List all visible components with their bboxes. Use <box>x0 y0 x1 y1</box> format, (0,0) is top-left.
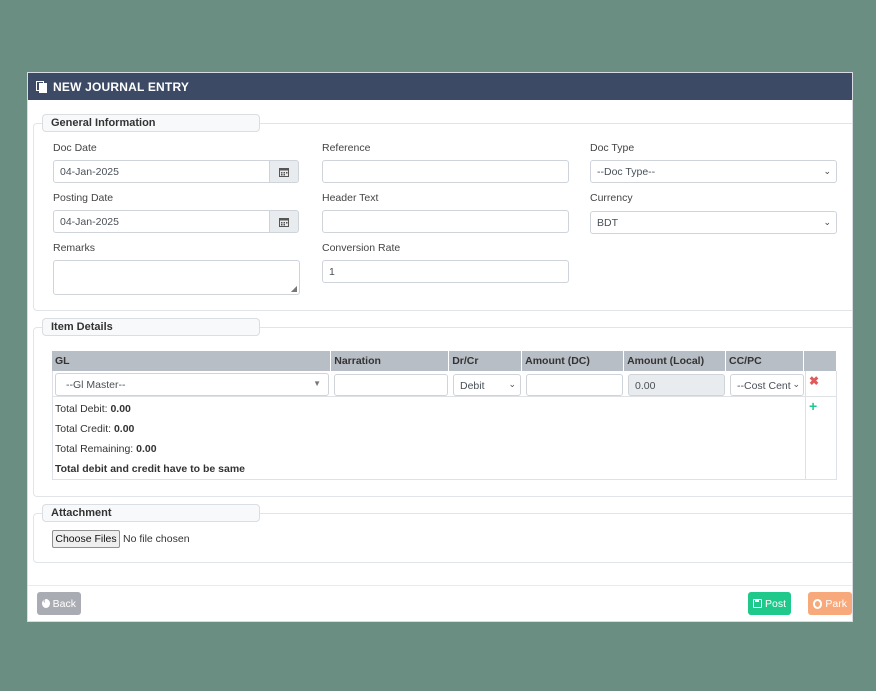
items-table: GL Narration Dr/Cr Amount (DC) Amount (L… <box>52 351 838 371</box>
gl-master-select[interactable]: --Gl Master-- ▼ <box>55 373 329 396</box>
add-row-icon[interactable]: + <box>809 398 817 414</box>
chevron-down-icon: ⌄ <box>823 217 831 227</box>
reference-input[interactable] <box>322 160 569 183</box>
total-debit: Total Debit: 0.00 <box>55 403 131 415</box>
item-details-legend: Item Details <box>42 318 260 336</box>
total-debit-value: 0.00 <box>110 403 131 415</box>
drcr-value: Debit <box>460 380 485 392</box>
amount-local-input: 0.00 <box>628 374 725 396</box>
total-remaining: Total Remaining: 0.00 <box>55 443 157 455</box>
doc-date-calendar-button[interactable] <box>269 160 299 183</box>
currency-value: BDT <box>597 217 618 229</box>
attachment-legend: Attachment <box>42 504 260 522</box>
column-header-amount-local: Amount (Local) <box>623 351 727 371</box>
choose-files-button[interactable]: Choose Files <box>52 530 120 548</box>
column-header-actions <box>803 351 838 371</box>
window-header: NEW JOURNAL ENTRY <box>28 73 852 100</box>
conversion-rate-label: Conversion Rate <box>322 242 401 254</box>
total-remaining-label: Total Remaining: <box>55 443 134 455</box>
back-button[interactable]: ‹ Back <box>37 592 81 615</box>
journal-entry-window: NEW JOURNAL ENTRY General Information Do… <box>27 72 853 622</box>
doc-date-input[interactable]: 04-Jan-2025 <box>53 160 270 183</box>
column-header-drcr: Dr/Cr <box>448 351 523 371</box>
life-ring-icon <box>813 598 823 609</box>
doc-type-value: --Doc Type-- <box>597 166 656 178</box>
items-table-header: GL Narration Dr/Cr Amount (DC) Amount (L… <box>52 351 838 371</box>
doc-type-select[interactable]: --Doc Type-- ⌄ <box>590 160 837 183</box>
column-header-amount-dc: Amount (DC) <box>521 351 625 371</box>
cost-center-value: --Cost Cent <box>737 380 791 392</box>
total-debit-label: Total Debit: <box>55 403 108 415</box>
remarks-textarea[interactable]: ◢ <box>53 260 300 295</box>
chevron-down-icon: ⌄ <box>792 379 800 390</box>
gl-master-value: --Gl Master-- <box>66 379 126 391</box>
total-credit-label: Total Credit: <box>55 423 112 435</box>
chevron-down-icon: ⌄ <box>508 379 516 389</box>
back-button-label: Back <box>52 597 76 610</box>
total-credit: Total Credit: 0.00 <box>55 423 134 435</box>
park-button-label: Park <box>825 597 847 610</box>
remarks-label: Remarks <box>53 242 96 254</box>
copy-icon <box>36 80 48 93</box>
footer-divider <box>28 585 852 586</box>
park-button[interactable]: Park <box>808 592 852 615</box>
caret-down-icon: ▼ <box>313 379 321 388</box>
column-header-narration: Narration <box>330 351 450 371</box>
post-button[interactable]: Post <box>748 592 791 615</box>
narration-input[interactable] <box>334 374 448 396</box>
calendar-icon <box>279 167 289 177</box>
amount-dc-input[interactable] <box>526 374 623 396</box>
actions-column-divider <box>805 371 806 480</box>
column-header-gl: GL <box>52 351 332 371</box>
item-details-section: Item Details GL Narration Dr/Cr Amount (… <box>33 318 852 497</box>
posting-date-calendar-button[interactable] <box>269 210 299 233</box>
row-divider <box>52 396 837 397</box>
post-button-label: Post <box>764 597 786 610</box>
header-text-label: Header Text <box>322 192 379 204</box>
arrow-circle-left-icon: ‹ <box>42 596 50 608</box>
header-text-input[interactable] <box>322 210 569 233</box>
drcr-select[interactable]: Debit ⌄ <box>453 374 521 396</box>
balance-warning: Total debit and credit have to be same <box>55 463 246 475</box>
chevron-down-icon: ⌄ <box>823 166 831 176</box>
save-icon <box>753 599 762 608</box>
total-credit-value: 0.00 <box>113 423 135 435</box>
delete-row-icon[interactable]: ✖ <box>809 374 819 388</box>
column-header-ccpc: CC/PC <box>725 351 804 371</box>
posting-date-label: Posting Date <box>53 192 114 204</box>
general-information-legend: General Information <box>42 114 260 132</box>
total-remaining-value: 0.00 <box>136 443 157 455</box>
resize-grip-icon[interactable]: ◢ <box>291 284 297 293</box>
posting-date-input[interactable]: 04-Jan-2025 <box>53 210 270 233</box>
calendar-icon <box>279 217 289 227</box>
reference-label: Reference <box>322 142 371 154</box>
conversion-rate-input[interactable]: 1 <box>322 260 569 283</box>
doc-date-label: Doc Date <box>53 142 97 154</box>
currency-select[interactable]: BDT ⌄ <box>590 211 837 234</box>
file-status-text: No file chosen <box>123 533 190 545</box>
page-title: NEW JOURNAL ENTRY <box>53 79 190 94</box>
general-information-section: General Information Doc Date 04-Jan-2025… <box>33 114 852 311</box>
cost-center-select[interactable]: --Cost Cent ⌄ <box>730 374 804 396</box>
doc-type-label: Doc Type <box>590 142 635 154</box>
currency-label: Currency <box>590 192 633 204</box>
